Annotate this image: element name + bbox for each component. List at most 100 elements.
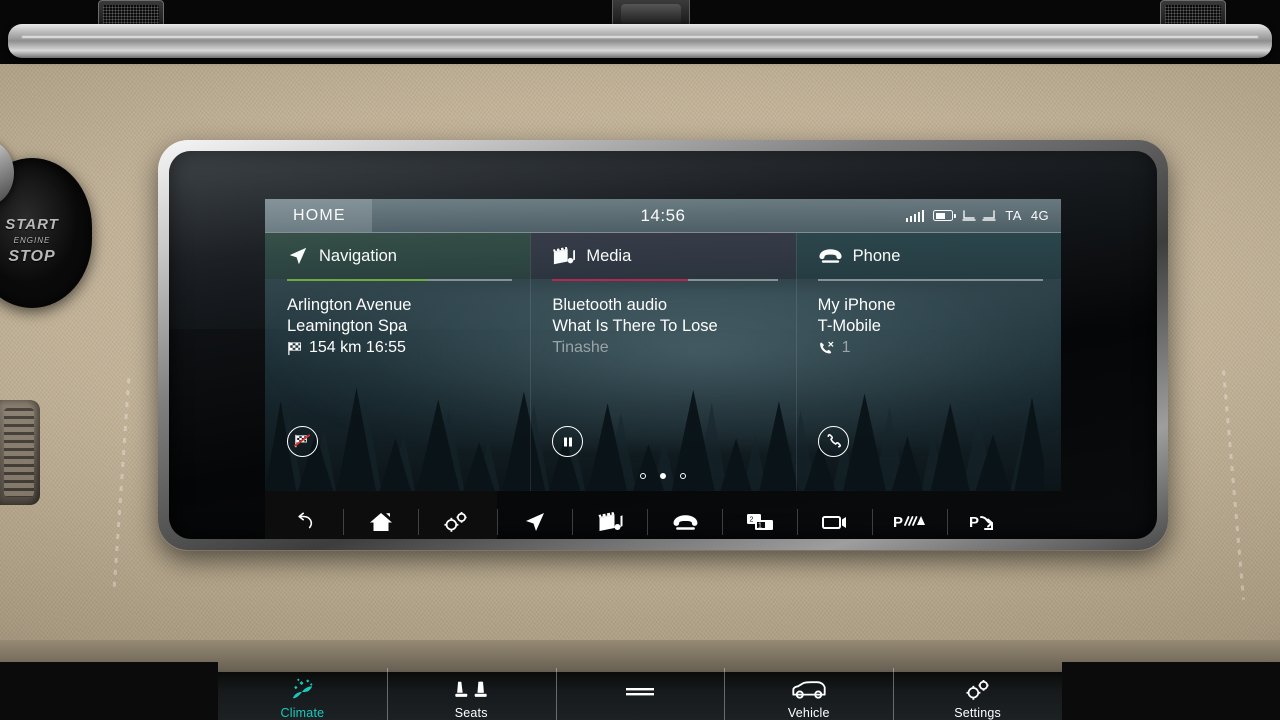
- nav-navigation-button[interactable]: [498, 491, 572, 539]
- infotainment-display[interactable]: HOME 14:56 TA 4G Navigation Arlington Av…: [169, 151, 1157, 539]
- phone-card[interactable]: Phone My iPhone T-Mobile 1: [795, 233, 1061, 491]
- phone-missed-row: 1: [818, 337, 1041, 359]
- battery-icon: [933, 210, 957, 221]
- navigation-progress-track: [287, 279, 513, 281]
- seats-icon: [455, 681, 487, 697]
- park-assist-icon: P: [893, 514, 925, 531]
- navigation-city: Leamington Spa: [287, 317, 408, 335]
- status-icon-group: TA 4G: [905, 208, 1049, 223]
- checkered-flag-icon: [288, 341, 302, 355]
- nav-bar-left-group: [265, 491, 497, 539]
- page-dot[interactable]: [640, 473, 646, 479]
- car-icon: [792, 681, 826, 699]
- media-source: Bluetooth audio: [552, 296, 668, 314]
- navigation-progress-fill: [287, 279, 427, 281]
- nav-camera-button[interactable]: [798, 491, 872, 539]
- phone-carrier: T-Mobile: [817, 317, 881, 335]
- seat-heating-icon: [962, 209, 997, 222]
- split-screen-badge-a: 2: [750, 517, 754, 524]
- media-progress-fill: [552, 279, 688, 281]
- media-clapper-icon: [553, 246, 576, 265]
- navigation-arrow-icon: [526, 513, 544, 531]
- dashboard-chrome-trim: [8, 24, 1272, 58]
- console-right-filler: [1062, 662, 1280, 720]
- svg-text:P: P: [969, 514, 979, 531]
- side-air-vent: [0, 400, 40, 505]
- stop-label: STOP: [8, 248, 56, 265]
- navigation-card[interactable]: Navigation Arlington Avenue Leamington S…: [265, 233, 531, 491]
- console-left-filler: [0, 662, 218, 720]
- climate-icon: [293, 678, 313, 699]
- climate-label: Climate: [280, 706, 325, 720]
- bottom-nav-bar: 2 1 P P: [265, 491, 1061, 539]
- media-card-title: Media: [586, 246, 632, 265]
- telephone-handset-icon: [673, 514, 697, 530]
- status-bar: HOME 14:56 TA 4G: [265, 199, 1061, 233]
- park-exit-icon: P: [969, 514, 993, 531]
- nav-split-screen-button[interactable]: 2 1: [723, 491, 797, 539]
- nav-phone-button[interactable]: [648, 491, 722, 539]
- engine-label: ENGINE: [13, 236, 51, 245]
- page-dot-active[interactable]: [660, 473, 666, 479]
- cancel-route-button[interactable]: [287, 426, 318, 457]
- nav-home-button[interactable]: [344, 491, 418, 539]
- climate-bar-item-settings[interactable]: Settings: [893, 668, 1062, 720]
- nav-park-exit-button[interactable]: P: [948, 491, 1022, 539]
- navigation-eta-row: 154 km 16:55: [287, 337, 510, 359]
- lcd-content-area: HOME 14:56 TA 4G Navigation Arlington Av…: [265, 199, 1061, 491]
- answer-call-icon: [827, 434, 841, 448]
- camera-icon: [822, 516, 846, 529]
- dashboard-scene: START ENGINE STOP HOME 14:56 TA 4G Navig…: [0, 0, 1280, 720]
- phone-device-name: My iPhone: [817, 296, 896, 314]
- phone-card-header: Phone: [795, 233, 1061, 279]
- navigation-eta-text: 154 km 16:55: [309, 339, 406, 356]
- navigation-arrow-icon: [289, 247, 307, 265]
- home-cards: Navigation Arlington Avenue Leamington S…: [265, 233, 1061, 491]
- media-pause-button[interactable]: [552, 426, 584, 457]
- media-card-body: Bluetooth audio What Is There To Lose Ti…: [530, 281, 795, 359]
- signal-bars-icon: [905, 209, 925, 222]
- phone-answer-button[interactable]: [817, 426, 849, 457]
- nav-park-assist-button[interactable]: P: [873, 491, 947, 539]
- svg-text:P: P: [893, 514, 903, 531]
- cancel-route-icon: [293, 434, 311, 448]
- telephone-handset-icon: [819, 249, 842, 263]
- climate-bar-item-vehicle[interactable]: Vehicle: [724, 668, 893, 720]
- missed-call-icon: [819, 341, 833, 353]
- vehicle-label: Vehicle: [787, 706, 830, 720]
- network-type-label: 4G: [1030, 208, 1049, 223]
- pause-icon: [563, 437, 572, 446]
- gears-icon: [444, 512, 467, 532]
- climate-control-bar: Climate Seats Vehicle Settings: [218, 668, 1062, 720]
- page-indicator[interactable]: [265, 473, 1061, 479]
- nav-bar-right-group: 2 1 P P: [497, 491, 1061, 539]
- climate-bar-item-divider[interactable]: [555, 668, 725, 720]
- media-card-header: Media: [530, 233, 796, 279]
- phone-progress-track: [817, 279, 1043, 281]
- infotainment-screen-bezel: HOME 14:56 TA 4G Navigation Arlington Av…: [158, 140, 1168, 550]
- media-track-title: What Is There To Lose: [552, 317, 718, 335]
- settings-label: Settings: [954, 706, 1001, 720]
- climate-bar-item-seats[interactable]: Seats: [386, 668, 556, 720]
- seats-label: Seats: [454, 706, 488, 720]
- phone-card-title: Phone: [852, 246, 901, 265]
- navigation-street: Arlington Avenue: [287, 296, 412, 314]
- gears-icon: [966, 680, 989, 700]
- media-card[interactable]: Media Bluetooth audio What Is There To L…: [530, 233, 796, 491]
- back-arrow-icon: [298, 512, 313, 529]
- page-dot[interactable]: [680, 473, 686, 479]
- split-screen-badge-b: 1: [758, 523, 762, 530]
- navigation-card-title: Navigation: [319, 246, 397, 265]
- navigation-card-header: Navigation: [265, 233, 531, 279]
- nav-media-button[interactable]: [573, 491, 647, 539]
- bars-icon: [625, 688, 654, 696]
- media-artist: Tinashe: [552, 339, 609, 356]
- phone-card-body: My iPhone T-Mobile 1: [796, 281, 1061, 359]
- climate-bar-item-climate[interactable]: Climate: [218, 672, 387, 720]
- traffic-announcement-label: TA: [1005, 208, 1022, 223]
- home-icon: [370, 513, 392, 531]
- nav-settings-button[interactable]: [419, 491, 493, 539]
- navigation-card-body: Arlington Avenue Leamington Spa 154 km 1…: [265, 281, 530, 359]
- nav-back-button[interactable]: [269, 491, 343, 539]
- start-label: START: [5, 216, 59, 233]
